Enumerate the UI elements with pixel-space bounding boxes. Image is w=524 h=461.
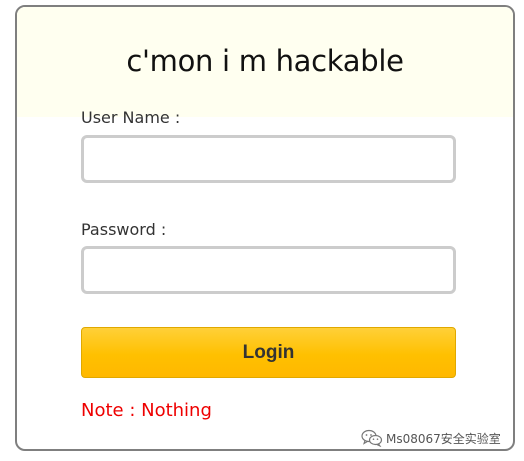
username-field[interactable] xyxy=(81,135,456,183)
note-text: Note : Nothing xyxy=(81,400,212,421)
watermark-text: Ms08067安全实验室 xyxy=(386,431,501,446)
login-button[interactable]: Login xyxy=(81,327,456,378)
watermark: Ms08067安全实验室 xyxy=(361,429,501,447)
login-card: c'mon i m hackable User Name : Password … xyxy=(15,5,515,451)
password-field[interactable] xyxy=(81,246,456,294)
header-panel: c'mon i m hackable xyxy=(17,7,513,117)
page-title: c'mon i m hackable xyxy=(126,44,404,78)
password-label: Password : xyxy=(81,220,167,239)
username-label: User Name : xyxy=(81,108,181,127)
wechat-icon xyxy=(361,429,383,447)
